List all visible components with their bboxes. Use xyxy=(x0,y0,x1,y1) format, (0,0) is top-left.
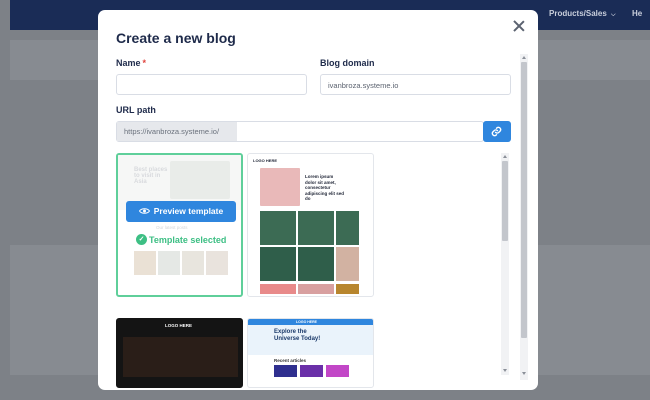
check-circle-icon: ✓ xyxy=(136,234,147,246)
nav-label: Products/Sales xyxy=(549,9,607,18)
modal-scroll-thumb[interactable] xyxy=(521,62,527,338)
article-image xyxy=(300,365,323,377)
hero-text: Lorem ipsum dolor sit amet, consectetur … xyxy=(305,174,345,201)
scroll-down-icon[interactable] xyxy=(521,372,526,375)
section-title: Recent articles xyxy=(274,358,307,363)
name-label-text: Name xyxy=(116,58,141,68)
gallery-scroll-thumb[interactable] xyxy=(502,161,508,241)
gallery-scrollbar[interactable] xyxy=(501,153,509,375)
scroll-up-icon[interactable] xyxy=(521,56,526,59)
post-card xyxy=(336,211,359,245)
scroll-up-icon[interactable] xyxy=(502,155,507,158)
post-card xyxy=(260,211,296,245)
blog-domain-label: Blog domain xyxy=(320,58,375,68)
chevron-down-icon: ⌵ xyxy=(611,12,616,18)
eye-icon xyxy=(138,208,150,214)
preview-template-label: Preview template xyxy=(153,206,224,216)
post-card xyxy=(260,247,296,281)
post-card xyxy=(260,284,296,294)
template-logo: LOGO HERE xyxy=(296,320,318,324)
close-icon[interactable] xyxy=(508,16,530,38)
name-label: Name * xyxy=(116,58,146,68)
template-card-1[interactable]: Best places to visit in Asia Our latest … xyxy=(116,153,243,297)
modal-scrollbar[interactable] xyxy=(520,54,528,380)
post-card xyxy=(336,284,359,294)
template-logo: LOGO HERE xyxy=(165,323,193,328)
article-image xyxy=(326,365,349,377)
create-blog-modal: Create a new blog Name * Blog domain ivan… xyxy=(98,10,538,390)
template-gallery: Best places to visit in Asia Our latest … xyxy=(116,153,511,388)
preview-template-button[interactable]: Preview template xyxy=(126,201,236,222)
scroll-down-icon[interactable] xyxy=(502,369,507,372)
link-button[interactable] xyxy=(483,121,511,142)
post-card xyxy=(298,284,334,294)
post-card xyxy=(336,247,359,281)
nav-item-help[interactable]: He xyxy=(632,9,642,18)
link-icon xyxy=(491,126,502,137)
article-image xyxy=(274,365,297,377)
hero-image xyxy=(123,337,238,377)
required-mark: * xyxy=(142,58,147,68)
hero-text: Explore the Universe Today! xyxy=(274,329,321,342)
template-selected-label: Template selected xyxy=(149,235,227,245)
name-field[interactable] xyxy=(116,74,307,95)
template-logo: LOGO HERE xyxy=(253,158,278,163)
post-card xyxy=(298,211,334,245)
url-path-label: URL path xyxy=(116,105,156,115)
hero-image xyxy=(260,168,300,206)
blog-domain-field[interactable]: ivanbroza.systeme.io xyxy=(320,74,511,95)
template-card-2[interactable]: LOGO HERE Lorem ipsum dolor sit amet, co… xyxy=(247,153,374,297)
url-prefix: https://ivanbroza.systeme.io/ xyxy=(117,122,237,141)
template-selected-badge: ✓ Template selected xyxy=(136,234,227,246)
template-card-4[interactable]: LOGO HERE Explore the Universe Today! Re… xyxy=(247,318,374,388)
modal-title: Create a new blog xyxy=(116,30,236,46)
url-path-field[interactable]: https://ivanbroza.systeme.io/ xyxy=(116,121,484,142)
post-card xyxy=(298,247,334,281)
nav-item-products-sales[interactable]: Products/Sales ⌵ xyxy=(549,9,616,19)
template-card-3[interactable]: LOGO HERE xyxy=(116,318,243,388)
selection-overlay xyxy=(118,155,241,295)
